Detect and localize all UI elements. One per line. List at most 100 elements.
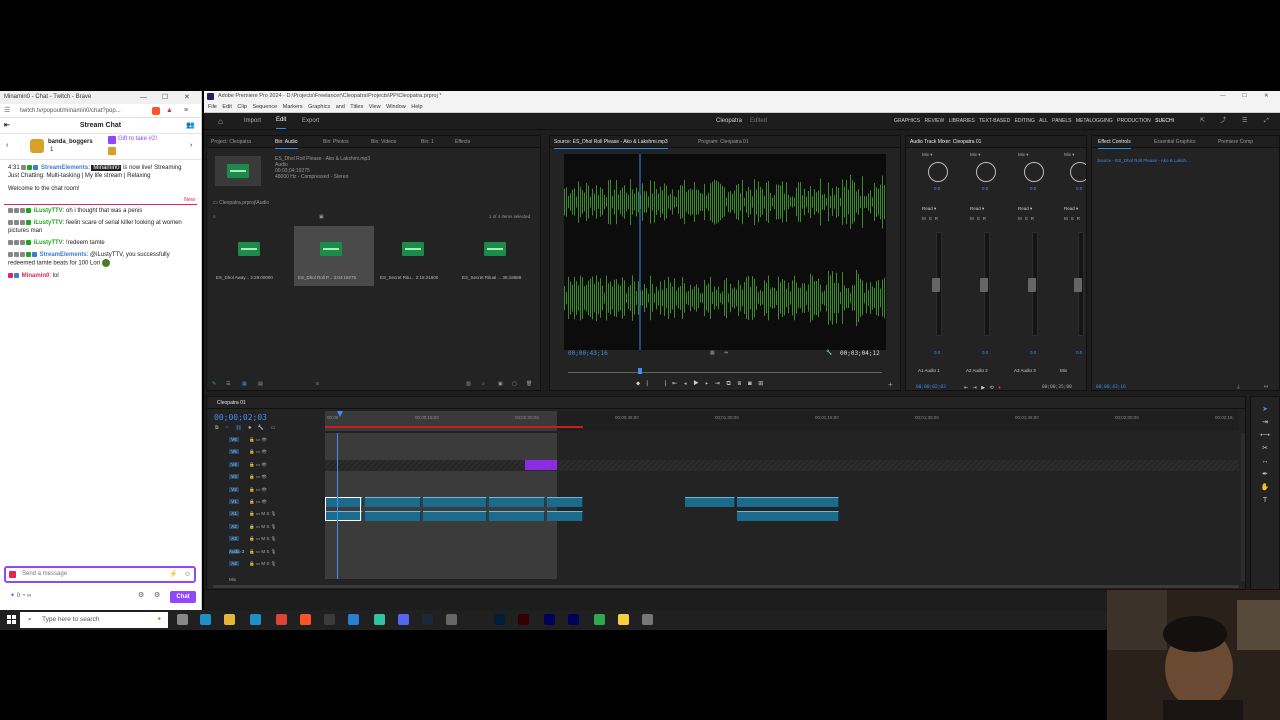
filter-icon[interactable]: ⏚	[1236, 384, 1241, 390]
track-controls-icon[interactable]: 🔒 ▭ M S 🎙	[249, 549, 276, 554]
track-label[interactable]: V2	[229, 486, 239, 492]
track-label[interactable]: V5	[229, 449, 239, 455]
workspaces-icon[interactable]: ⇱	[1200, 113, 1205, 130]
fader-handle[interactable]	[1028, 278, 1036, 292]
workspace-allpanels[interactable]: ALL PANELS	[1039, 118, 1071, 124]
audio-clip[interactable]	[489, 511, 545, 521]
marker-icon[interactable]: ⬥	[636, 381, 640, 387]
menu-help[interactable]: Help	[411, 104, 422, 110]
msr-buttons[interactable]: MSR	[922, 216, 941, 221]
audio-clip[interactable]	[547, 511, 583, 521]
timeline-scrollbar[interactable]	[213, 585, 1239, 588]
new-bin-icon[interactable]: ▣	[319, 214, 324, 220]
bin-item[interactable]: ES_Secret Ritual ... 35;18588	[458, 226, 538, 286]
go-to-in-icon[interactable]: ⇤	[672, 381, 677, 387]
track-header[interactable]: V6 🔒 ▭ 👁	[229, 437, 321, 447]
site-info-icon[interactable]: ☰	[4, 104, 10, 118]
record-icon[interactable]: ●	[998, 385, 1001, 390]
tab-bin-1[interactable]: Bin: 1	[421, 136, 434, 148]
graphic-clip[interactable]	[525, 460, 557, 470]
home-icon[interactable]: ⌂	[218, 113, 223, 130]
bits-icon[interactable]	[9, 571, 16, 578]
hand-tool-icon[interactable]: ✋	[1251, 481, 1279, 494]
automation-mode[interactable]: Read ▾	[1064, 206, 1078, 212]
step-back-icon[interactable]: ◂	[684, 381, 687, 387]
close-icon[interactable]: ✕	[1264, 91, 1269, 102]
menu-edit[interactable]: Edit	[222, 104, 231, 110]
track-controls-icon[interactable]: 🔒 ▭ 👁	[249, 449, 267, 454]
ripple-edit-icon[interactable]: ⟷	[1251, 429, 1279, 442]
taskbar-search[interactable]: ⌕ Type here to search ✦	[20, 612, 168, 628]
workspace-libraries[interactable]: LIBRARIES	[949, 118, 975, 124]
scrubber-handle[interactable]	[638, 368, 642, 374]
video-clip[interactable]	[685, 497, 735, 507]
track-controls-icon[interactable]: 🔒 ▭ 👁	[249, 462, 267, 467]
track-label[interactable]: V1	[229, 499, 239, 504]
bin-item[interactable]: ES_Dhol Away... 2:28:00000	[212, 226, 292, 286]
track-header[interactable]: V3 🔒 ▭ 👁	[229, 474, 321, 484]
trash-icon[interactable]: 🗑	[526, 381, 532, 387]
minimize-icon[interactable]: —	[1220, 91, 1226, 102]
export-icon[interactable]: ↦	[1264, 384, 1268, 390]
message-user[interactable]: StreamElements	[40, 252, 87, 258]
tab-bin-photos[interactable]: Bin: Photos	[323, 136, 349, 148]
export-frame-icon[interactable]: ◙	[748, 381, 752, 387]
video-clip[interactable]	[365, 497, 421, 507]
search-icon[interactable]: ⌕	[213, 214, 216, 220]
source-scrubber[interactable]	[568, 372, 882, 373]
message-user[interactable]: iLustyTTV	[34, 208, 63, 214]
icon-view-icon[interactable]: ▦	[242, 381, 247, 387]
wrench-icon[interactable]: 🔧	[826, 350, 832, 356]
gear-icon[interactable]: ⚙	[154, 591, 160, 599]
timeline-vscroll[interactable]	[1241, 433, 1245, 581]
new-bin-icon[interactable]: ▣	[498, 381, 503, 387]
pan-knob[interactable]	[928, 162, 948, 182]
menu-sequence[interactable]: Sequence	[252, 104, 277, 110]
track-header[interactable]: A3 🔒 ▭ M S 🎙	[229, 536, 321, 546]
next-arrow-icon[interactable]: ›	[190, 142, 192, 149]
start-icon[interactable]	[7, 615, 16, 624]
track-area[interactable]	[325, 433, 1239, 579]
waveform-display[interactable]	[564, 154, 886, 350]
track-label[interactable]: A4	[229, 561, 239, 566]
track-label[interactable]: A1	[229, 511, 239, 517]
maximize-icon[interactable]: ☐	[162, 91, 168, 104]
steam-icon[interactable]	[422, 614, 433, 625]
tab-premiere-comp[interactable]: Premiere Comp	[1218, 136, 1253, 148]
message-user[interactable]: StreamElements	[41, 165, 88, 171]
track-label[interactable]: A2	[229, 523, 239, 529]
sticky-notes-icon[interactable]	[618, 614, 629, 625]
track-header[interactable]: Audio 3 🔒 ▭ M S 🎙	[229, 548, 321, 559]
go-to-in-icon[interactable]: ⇤	[964, 385, 968, 390]
audio-clip[interactable]	[423, 511, 487, 521]
users-icon[interactable]: 👥	[186, 118, 195, 134]
message-user[interactable]: iLustyTTV	[34, 240, 63, 246]
workspace-suechi[interactable]: SUECHI	[1155, 118, 1174, 124]
source-timecode-in[interactable]: 00;00;43;16	[568, 350, 608, 357]
automation-mode[interactable]: Read ▾	[1018, 206, 1032, 212]
brave-icon[interactable]	[300, 614, 311, 625]
after-effects-icon[interactable]	[568, 614, 579, 625]
video-clip[interactable]	[423, 497, 487, 507]
streamlabs-icon[interactable]	[374, 614, 385, 625]
track-header[interactable]: A4 🔒 ▭ M S 🎙	[229, 561, 321, 571]
audio-clip[interactable]	[365, 511, 421, 521]
brave-shield-icon[interactable]	[152, 107, 160, 115]
track-label[interactable]: A3	[229, 536, 239, 542]
vscode-icon[interactable]	[348, 614, 359, 625]
fader-handle[interactable]	[932, 278, 940, 292]
insert-icon[interactable]: ⧉	[726, 381, 730, 387]
app-icon[interactable]	[642, 614, 653, 625]
quick-export-icon[interactable]: ⤴	[1220, 113, 1226, 130]
prev-arrow-icon[interactable]: ‹	[6, 142, 8, 149]
menu-icon[interactable]: ≡	[184, 104, 188, 118]
track-select-icon[interactable]: ⇥	[1251, 416, 1279, 429]
fader-handle[interactable]	[1074, 278, 1082, 292]
slip-icon[interactable]: ↔	[1251, 455, 1279, 468]
pen-tool-icon[interactable]: ✒	[1251, 468, 1279, 481]
premiere-icon[interactable]	[544, 614, 555, 625]
audio-clip[interactable]	[737, 511, 839, 521]
timeline-timecode[interactable]: 00;00;02;03	[214, 413, 267, 422]
track-controls-icon[interactable]: 🔒 ▭ M S 🎙	[249, 536, 276, 541]
mix-dropdown[interactable]: Mix ▾	[970, 152, 981, 158]
